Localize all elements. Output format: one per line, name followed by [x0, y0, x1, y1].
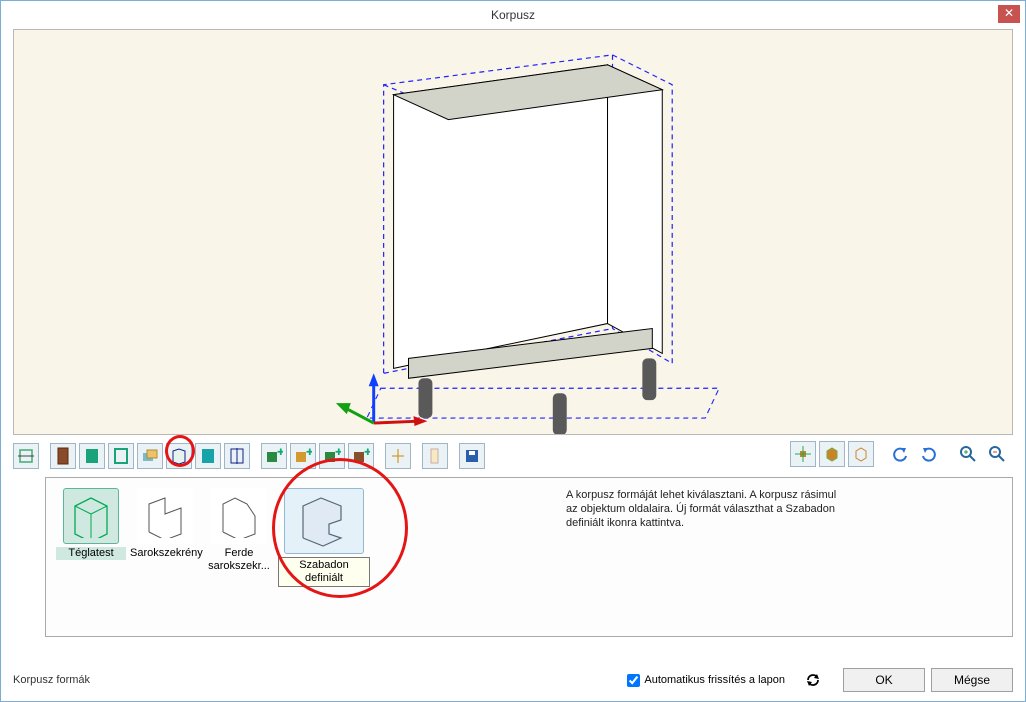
gallery-label: Sarokszekrény	[130, 547, 200, 560]
shape-angled-corner-icon	[211, 488, 267, 544]
auto-update-checkbox[interactable]: Automatikus frissítés a lapon	[623, 671, 785, 690]
tool-dimensions-icon[interactable]	[13, 443, 39, 469]
tool-move-icon[interactable]	[790, 441, 816, 467]
gallery-label: Ferde sarokszekr...	[204, 547, 274, 573]
auto-update-input[interactable]	[627, 674, 640, 687]
tool-plus4-icon[interactable]: ✚	[348, 443, 374, 469]
svg-text:✚: ✚	[364, 447, 370, 457]
gallery-item-szabadon-definialt[interactable]: Szabadon definiált	[278, 488, 370, 587]
tool-flag-icon[interactable]	[422, 443, 448, 469]
zoom-in-icon[interactable]	[955, 441, 981, 467]
tool-layers-icon[interactable]	[137, 443, 163, 469]
gallery-item-teglatest[interactable]: Téglatest	[56, 488, 126, 560]
refresh-button[interactable]	[801, 668, 825, 692]
svg-text:✚: ✚	[335, 447, 341, 457]
shape-corner-icon	[137, 488, 193, 544]
tool-openframe-icon[interactable]	[108, 443, 134, 469]
tool-cabinet-teal-icon[interactable]	[195, 443, 221, 469]
gallery-item-sarokszekreny[interactable]: Sarokszekrény	[130, 488, 200, 560]
tool-wireframe-icon[interactable]	[848, 441, 874, 467]
redo-icon[interactable]	[916, 441, 942, 467]
gallery-label: Téglatest	[56, 547, 126, 560]
ok-button[interactable]: OK	[843, 668, 925, 692]
tool-plus1-icon[interactable]: ✚	[261, 443, 287, 469]
section-label: Korpusz formák	[13, 674, 623, 686]
tool-plus2-icon[interactable]: ✚	[290, 443, 316, 469]
shape-rect-box-icon	[63, 488, 119, 544]
tool-mirror-icon[interactable]	[385, 443, 411, 469]
gallery-item-ferde-sarok[interactable]: Ferde sarokszekr...	[204, 488, 274, 573]
status-bar: Korpusz formák Automatikus frissítés a l…	[13, 667, 1013, 693]
tool-corpus-shape-icon[interactable]	[166, 443, 192, 469]
shape-freeform-icon	[284, 488, 364, 554]
tool-front-green-icon[interactable]	[79, 443, 105, 469]
tool-extend-icon[interactable]	[224, 443, 250, 469]
zoom-out-icon[interactable]	[984, 441, 1010, 467]
svg-text:✚: ✚	[306, 447, 312, 457]
close-button[interactable]: ✕	[998, 5, 1020, 23]
gallery-label: Szabadon definiált	[278, 557, 370, 587]
cancel-button[interactable]: Mégse	[931, 668, 1013, 692]
titlebar: Korpusz ✕	[1, 1, 1025, 29]
tool-box-view-icon[interactable]	[819, 441, 845, 467]
preview-3d-pane[interactable]	[13, 29, 1013, 435]
tool-plus3-icon[interactable]: ✚	[319, 443, 345, 469]
cabinet-preview-drawing	[14, 30, 1012, 434]
dialog-window: Korpusz ✕	[0, 0, 1026, 702]
undo-icon[interactable]	[887, 441, 913, 467]
auto-update-label: Automatikus frissítés a lapon	[644, 674, 785, 686]
gallery-help-text: A korpusz formáját lehet kiválasztani. A…	[566, 488, 846, 530]
svg-text:✚: ✚	[277, 447, 283, 457]
tool-door-icon[interactable]	[50, 443, 76, 469]
shape-gallery-panel: Téglatest Sarokszekrény Ferde sarokszekr…	[45, 477, 1013, 637]
tool-save-icon[interactable]	[459, 443, 485, 469]
toolbar: ✚ ✚ ✚ ✚	[13, 441, 1013, 471]
window-title: Korpusz	[1, 1, 1025, 29]
